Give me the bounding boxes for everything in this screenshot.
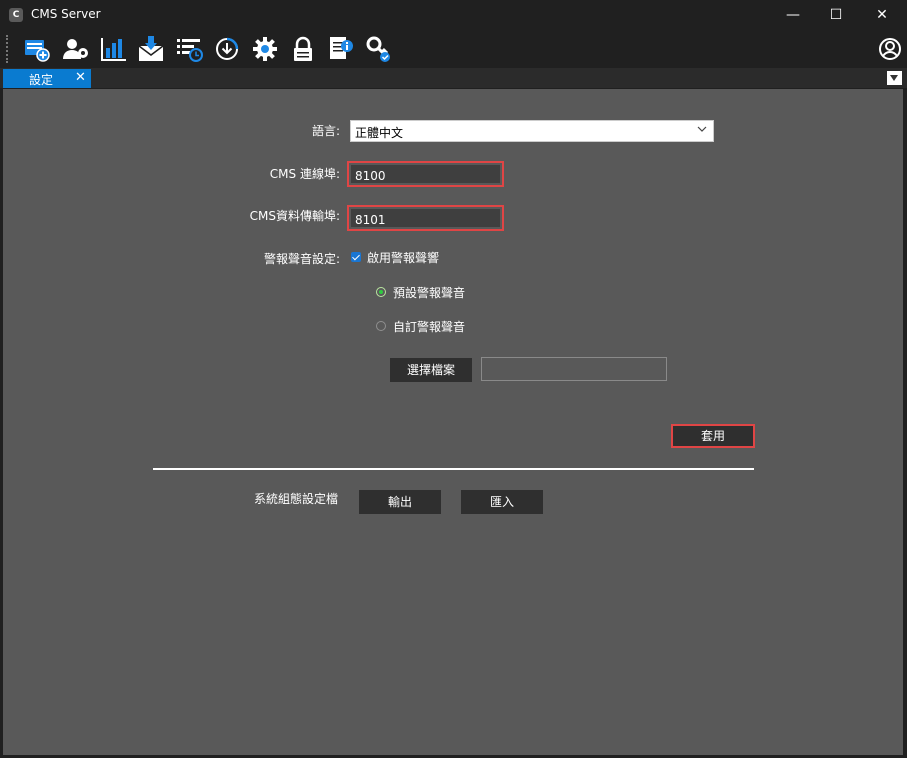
user-settings-icon[interactable]	[62, 35, 90, 63]
custom-alarm-label: 自訂警報聲音	[393, 320, 466, 334]
tab-settings-label: 設定	[29, 73, 54, 87]
custom-alarm-radio[interactable]	[376, 321, 386, 331]
system-config-label: 系統組態設定檔	[253, 492, 338, 506]
key-check-icon[interactable]	[365, 35, 393, 63]
apply-button[interactable]: 套用	[671, 424, 755, 448]
cms-port-label: CMS 連線埠:	[269, 167, 340, 181]
section-divider	[153, 468, 754, 470]
event-list-icon[interactable]	[175, 35, 203, 63]
lock-icon[interactable]	[289, 35, 317, 63]
chevron-down-icon	[697, 126, 707, 132]
toolbar	[0, 30, 907, 68]
language-select[interactable]: 正體中文	[350, 120, 714, 142]
tab-settings[interactable]: 設定 ✕	[3, 69, 91, 88]
enable-alarm-checkbox[interactable]	[351, 252, 361, 262]
title-bar: C CMS Server — ☐ ✕	[0, 0, 907, 30]
window-title: CMS Server	[31, 7, 101, 21]
import-button[interactable]: 匯入	[461, 490, 543, 514]
gear-icon[interactable]	[251, 35, 279, 63]
cms-data-port-label: CMS資料傳輸埠:	[249, 209, 340, 223]
app-logo-icon: C	[9, 8, 23, 22]
bar-chart-icon[interactable]	[100, 35, 128, 63]
device-add-icon[interactable]	[23, 35, 51, 63]
cms-data-port-value: 8101	[355, 213, 386, 227]
toolbar-grip[interactable]	[6, 35, 10, 63]
cms-port-input[interactable]: 8100	[347, 161, 504, 187]
maximize-button[interactable]: ☐	[813, 0, 859, 30]
user-circle-icon[interactable]	[876, 35, 904, 63]
language-select-value: 正體中文	[355, 126, 404, 140]
app-window: C CMS Server — ☐ ✕ 設定 ✕ 語言: 正體中文 CMS 連線埠…	[0, 0, 907, 758]
tab-close-icon[interactable]: ✕	[75, 70, 86, 85]
default-alarm-radio[interactable]	[376, 287, 386, 297]
cms-data-port-input[interactable]: 8101	[347, 205, 504, 231]
default-alarm-label: 預設警報聲音	[393, 286, 466, 300]
choose-file-button[interactable]: 選擇檔案	[390, 358, 472, 382]
file-path-field[interactable]	[481, 357, 667, 381]
close-button[interactable]: ✕	[859, 0, 905, 30]
document-info-icon[interactable]	[327, 35, 355, 63]
tab-list-dropdown-icon[interactable]	[887, 71, 902, 85]
download-circle-icon[interactable]	[213, 35, 241, 63]
cms-port-value: 8100	[355, 169, 386, 183]
enable-alarm-label: 啟用警報聲響	[367, 251, 440, 265]
minimize-button[interactable]: —	[770, 0, 816, 30]
alarm-sound-label: 警報聲音設定:	[263, 252, 340, 266]
export-button[interactable]: 輸出	[359, 490, 441, 514]
mail-download-icon[interactable]	[137, 35, 165, 63]
settings-panel: 語言: 正體中文 CMS 連線埠: 8100 CMS資料傳輸埠: 8101 警報…	[3, 89, 903, 755]
language-label: 語言:	[311, 124, 340, 138]
tab-strip: 設定 ✕	[0, 68, 907, 88]
